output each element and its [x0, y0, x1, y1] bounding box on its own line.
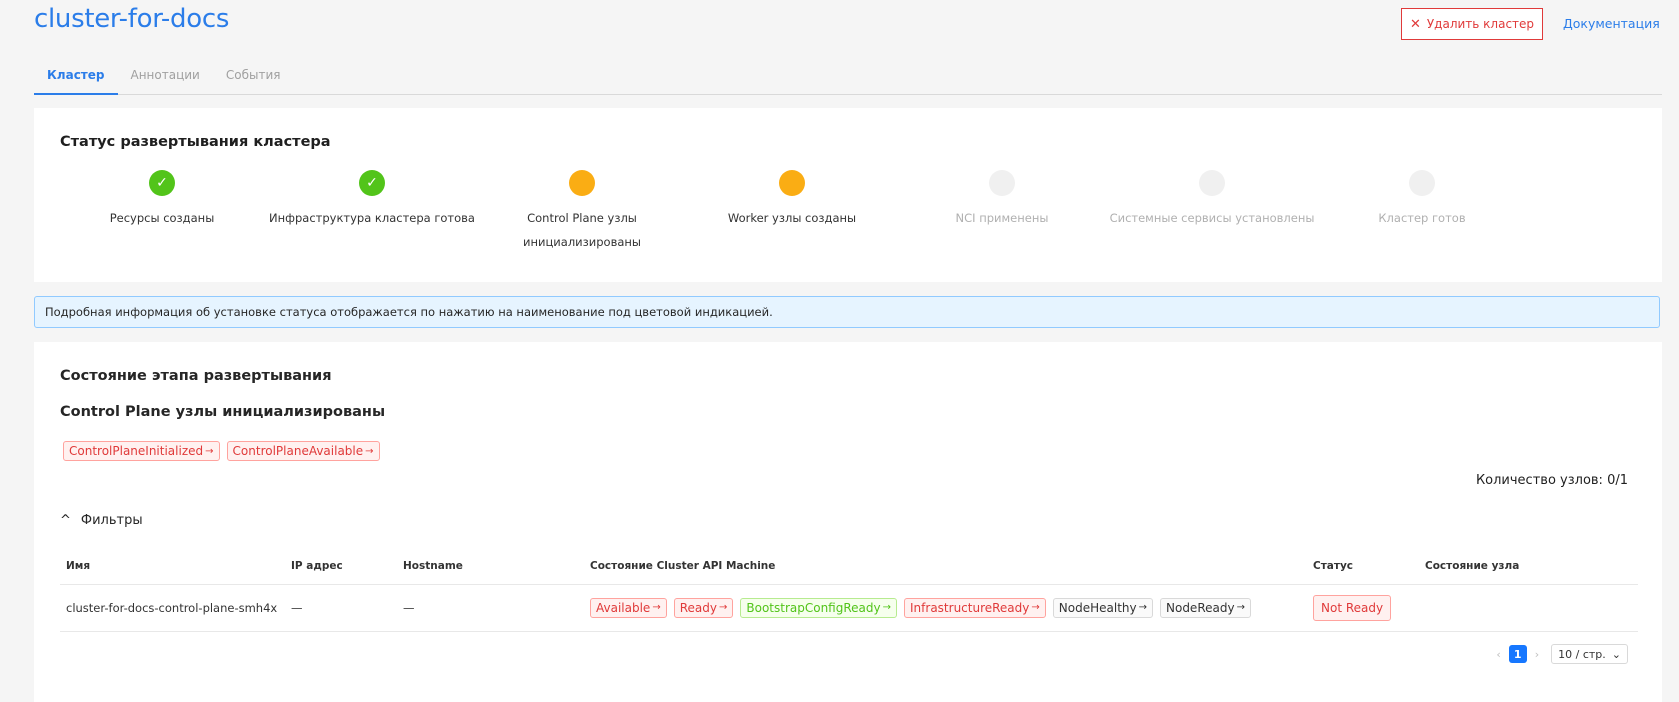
arrow-right-icon: → [1138, 602, 1147, 613]
step-label[interactable]: NCI применены [897, 206, 1107, 230]
machine-status-cell: Not Ready [1307, 584, 1419, 632]
condition-tag[interactable]: ControlPlaneAvailable → [226, 441, 380, 461]
step-label[interactable]: Worker узлы созданы [687, 206, 897, 230]
condition-tags: ControlPlaneInitialized → ControlPlaneAva… [63, 441, 380, 461]
stage-subtitle: Control Plane узлы инициализированы [60, 404, 386, 420]
filters-label: Фильтры [80, 513, 143, 528]
chevron-down-icon: ⌄ [1611, 647, 1621, 661]
arrow-right-icon: → [205, 445, 214, 457]
documentation-link[interactable]: Документация [1563, 16, 1660, 31]
page-size-select[interactable]: 10 / стр. ⌄ [1551, 644, 1628, 664]
check-icon: ✓ [149, 170, 175, 196]
condition-tag[interactable]: BootstrapConfigReady → [740, 597, 898, 618]
step-label[interactable]: Инфраструктура кластера готова [267, 206, 477, 230]
arrow-right-icon: → [1236, 602, 1245, 613]
tab-annotations[interactable]: Аннотации [118, 58, 213, 95]
step-label[interactable]: Системные сервисы установлены [1107, 206, 1317, 230]
deploy-status-card: Статус развертывания кластера ✓ Ресурсы … [34, 108, 1662, 282]
step-label[interactable]: Кластер готов [1317, 206, 1527, 230]
arrow-right-icon: → [652, 602, 661, 613]
stage-state-card: Состояние этапа развертывания Control Pl… [34, 342, 1662, 702]
waiting-dot [989, 170, 1015, 196]
step-worker: Worker узлы созданы [687, 170, 897, 230]
in-progress-dot [569, 170, 595, 196]
close-icon: ✕ [1409, 16, 1421, 32]
tab-cluster[interactable]: Кластер [34, 58, 118, 95]
condition-tag[interactable]: InfrastructureReady → [904, 597, 1046, 618]
waiting-dot [1409, 170, 1435, 196]
condition-tag[interactable]: Ready → [673, 597, 734, 618]
condition-tag[interactable]: Available → [590, 597, 667, 618]
in-progress-dot [779, 170, 805, 196]
table-header-row: Имя IP адрес Hostname Состояние Cluster … [60, 548, 1638, 585]
step-infrastructure: ✓ Инфраструктура кластера готова [267, 170, 477, 230]
pagination: ‹ 1 › 10 / стр. ⌄ [1496, 644, 1628, 664]
page-number[interactable]: 1 [1508, 645, 1527, 663]
chevron-up-icon: ^ [60, 513, 71, 528]
stage-title: Состояние этапа развертывания [60, 368, 332, 384]
arrow-right-icon: → [718, 602, 728, 613]
machine-name: cluster-for-docs-control-plane-smh4x [60, 584, 285, 632]
column-header-ip[interactable]: IP адрес [285, 548, 397, 585]
step-cluster-ready: Кластер готов [1317, 170, 1527, 230]
step-control-plane: Control Plane узлы инициализированы [477, 170, 687, 254]
column-header-status[interactable]: Статус [1307, 548, 1419, 585]
arrow-right-icon: → [365, 445, 374, 457]
deploy-status-title: Статус развертывания кластера [60, 134, 331, 150]
delete-cluster-button[interactable]: ✕ Удалить кластер [1401, 8, 1543, 40]
step-resources: ✓ Ресурсы созданы [57, 170, 267, 230]
arrow-right-icon: → [882, 602, 892, 613]
status-badge: Not Ready [1313, 594, 1392, 621]
tab-bar: Кластер Аннотации События [34, 58, 1662, 95]
check-icon: ✓ [359, 170, 385, 196]
page-title: cluster-for-docs [34, 4, 230, 34]
condition-tag[interactable]: NodeHealthy → [1052, 597, 1153, 618]
node-count: Количество узлов: 0/1 [1475, 473, 1628, 488]
page-size-value: 10 / стр. [1558, 647, 1606, 661]
step-label[interactable]: Control Plane узлы инициализированы [477, 206, 687, 254]
column-header-hostname[interactable]: Hostname [397, 548, 584, 585]
delete-cluster-label: Удалить кластер [1426, 17, 1535, 31]
info-banner: Подробная информация об установке статус… [34, 296, 1660, 328]
machine-conditions-cell: Available → Ready → BootstrapConfigReady → … [584, 584, 1307, 632]
tab-events[interactable]: События [213, 58, 294, 95]
machines-table: Имя IP адрес Hostname Состояние Cluster … [60, 548, 1638, 632]
column-header-node-state[interactable]: Состояние узла [1419, 548, 1638, 585]
step-nci: NCI применены [897, 170, 1107, 230]
table-row: cluster-for-docs-control-plane-smh4x — —… [60, 584, 1638, 632]
step-label[interactable]: Ресурсы созданы [57, 206, 267, 230]
chevron-right-icon[interactable]: › [1535, 648, 1539, 661]
condition-tag[interactable]: ControlPlaneInitialized → [63, 441, 220, 461]
step-system-services: Системные сервисы установлены [1107, 170, 1317, 230]
column-header-name[interactable]: Имя [60, 548, 285, 585]
waiting-dot [1199, 170, 1225, 196]
arrow-right-icon: → [1031, 602, 1040, 613]
filters-toggle[interactable]: ^ Фильтры [60, 513, 143, 528]
machine-ip: — [285, 584, 397, 632]
node-state [1419, 584, 1638, 632]
condition-tag[interactable]: NodeReady → [1160, 597, 1251, 618]
chevron-left-icon[interactable]: ‹ [1496, 648, 1500, 661]
machine-hostname: — [397, 584, 584, 632]
column-header-machine-state[interactable]: Состояние Cluster API Machine [584, 548, 1307, 585]
